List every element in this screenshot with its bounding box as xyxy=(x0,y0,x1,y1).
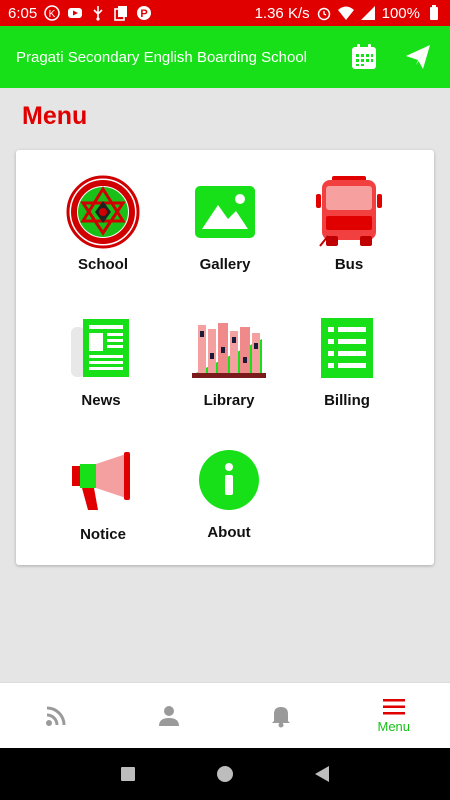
menu-item-bus[interactable]: Bus xyxy=(294,174,404,273)
info-icon xyxy=(191,442,267,518)
app-title: Pragati Secondary English Boarding Schoo… xyxy=(16,48,308,66)
bus-icon xyxy=(311,174,387,250)
rss-icon xyxy=(46,706,66,726)
nav-menu-label: Menu xyxy=(377,718,411,734)
app-bar: Pragati Secondary English Boarding Schoo… xyxy=(0,26,450,88)
bottom-nav: Menu xyxy=(0,682,450,748)
library-icon xyxy=(191,310,267,386)
menu-item-label: Billing xyxy=(324,392,370,409)
gallery-icon xyxy=(187,174,263,250)
network-speed: 1.36 K/s xyxy=(254,4,310,22)
send-icon xyxy=(406,45,430,69)
menu-item-library[interactable]: Library xyxy=(174,310,284,409)
menu-item-label: News xyxy=(81,392,121,409)
menu-card: School Gallery Bus News Library Billing … xyxy=(16,150,434,565)
menu-icon xyxy=(382,698,405,714)
billing-icon xyxy=(309,310,385,386)
nav-notifications[interactable] xyxy=(225,683,338,748)
wifi-icon xyxy=(337,5,354,21)
menu-item-billing[interactable]: Billing xyxy=(292,310,402,409)
home-icon[interactable] xyxy=(216,765,234,783)
menu-item-label: School xyxy=(77,256,128,273)
menu-item-label: Gallery xyxy=(199,256,251,273)
megaphone-icon xyxy=(65,444,141,520)
battery-icon xyxy=(426,5,442,21)
nav-feed[interactable] xyxy=(0,683,113,748)
bell-icon xyxy=(272,706,291,727)
school-logo-icon xyxy=(65,174,141,250)
youtube-icon xyxy=(67,5,83,21)
menu-item-about[interactable]: About xyxy=(174,442,284,541)
back-icon[interactable] xyxy=(314,765,330,783)
newspaper-icon xyxy=(63,310,139,386)
battery-level: 100% xyxy=(381,4,420,22)
menu-item-label: About xyxy=(207,524,251,541)
k-icon: K xyxy=(44,5,60,21)
status-bar: 6:05 K P 1.36 K/s 100% xyxy=(0,0,450,26)
svg-text:K: K xyxy=(49,9,56,20)
copy-icon xyxy=(113,5,129,21)
menu-item-school[interactable]: School xyxy=(48,174,158,273)
menu-item-notice[interactable]: Notice xyxy=(48,444,158,543)
recents-icon[interactable] xyxy=(120,766,136,782)
svg-text:P: P xyxy=(141,8,148,20)
alarm-icon xyxy=(316,5,332,21)
person-icon xyxy=(158,705,179,726)
status-time: 6:05 xyxy=(8,4,38,22)
parking-icon: P xyxy=(136,5,152,21)
nav-profile[interactable] xyxy=(113,683,226,748)
page-title: Menu xyxy=(22,102,88,130)
signal-icon xyxy=(360,5,376,21)
menu-item-label: Bus xyxy=(334,256,364,273)
send-button[interactable] xyxy=(402,41,434,73)
menu-item-gallery[interactable]: Gallery xyxy=(170,174,280,273)
nav-menu[interactable]: Menu xyxy=(338,683,450,748)
calendar-button[interactable] xyxy=(348,41,380,73)
menu-item-label: Library xyxy=(203,392,255,409)
calendar-icon xyxy=(352,44,376,69)
usb-icon xyxy=(90,5,106,21)
system-nav-bar xyxy=(0,748,450,800)
menu-item-label: Notice xyxy=(80,526,126,543)
menu-item-news[interactable]: News xyxy=(46,310,156,409)
